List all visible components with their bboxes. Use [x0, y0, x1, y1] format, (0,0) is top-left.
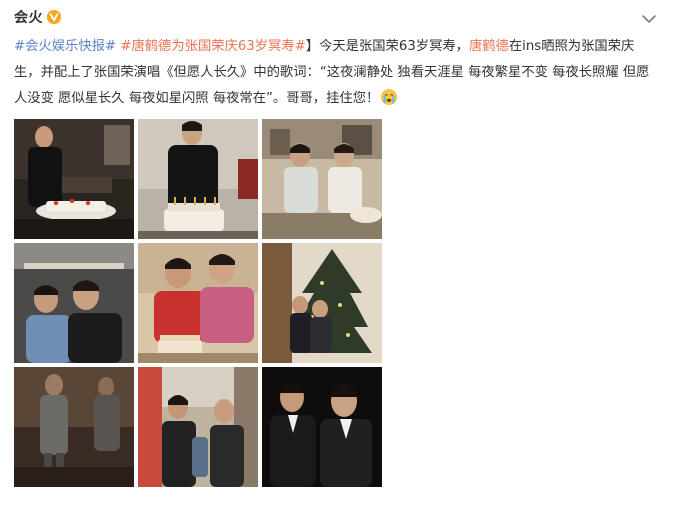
post-body-text-1: 】今天是张国荣63岁冥寿， — [305, 39, 469, 54]
chevron-down-icon[interactable] — [641, 10, 657, 23]
photo-thumbnail-5[interactable] — [138, 243, 258, 363]
verified-badge-icon — [47, 10, 61, 24]
photo-thumbnail-2[interactable] — [138, 119, 258, 239]
mention-link[interactable]: 唐鹤德 — [469, 39, 509, 54]
photo-thumbnail-7[interactable] — [14, 367, 134, 487]
photo-thumbnail-1[interactable] — [14, 119, 134, 239]
username[interactable]: 会火 — [14, 7, 43, 27]
photo-grid — [14, 119, 382, 487]
post-text: #会火娱乐快报# #唐鹤德为张国荣庆63岁冥寿#】今天是张国荣63岁冥寿，唐鹤德… — [14, 34, 654, 112]
photo-thumbnail-8[interactable] — [138, 367, 258, 487]
crying-face-emoji-icon — [381, 89, 398, 105]
weibo-post: 会火 #会火娱乐快报# #唐鹤德为张国荣庆63岁冥寿#】今天是张国荣63岁冥寿，… — [0, 0, 678, 505]
topic-link-birthday[interactable]: #唐鹤德为张国荣庆63岁冥寿# — [120, 39, 305, 54]
topic-link-ent-news[interactable]: #会火娱乐快报# — [14, 39, 116, 54]
photo-thumbnail-9[interactable] — [262, 367, 382, 487]
post-header: 会火 — [14, 8, 61, 26]
photo-thumbnail-6[interactable] — [262, 243, 382, 363]
photo-thumbnail-3[interactable] — [262, 119, 382, 239]
photo-thumbnail-4[interactable] — [14, 243, 134, 363]
